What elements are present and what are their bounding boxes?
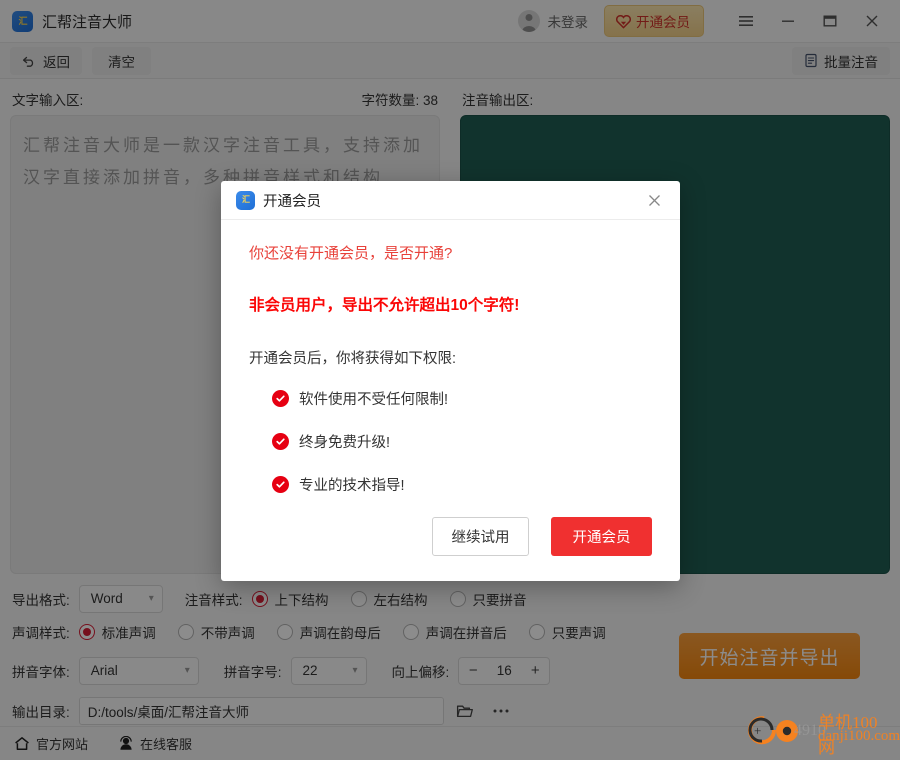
list-item: 终身免费升级! <box>272 431 652 452</box>
close-icon[interactable] <box>641 187 667 213</box>
app-logo-icon: 汇 <box>236 190 255 210</box>
list-item-label: 软件使用不受任何限制! <box>299 392 449 408</box>
check-circle-icon <box>272 390 289 407</box>
list-item-label: 终身免费升级! <box>299 435 391 451</box>
check-circle-icon <box>272 433 289 450</box>
open-membership-label: 开通会员 <box>572 530 631 546</box>
dialog-warning: 非会员用户，导出不允许超出10个字符! <box>249 297 520 314</box>
dialog-benefits-list: 软件使用不受任何限制! 终身免费升级! 专业的技术指导! <box>249 388 652 495</box>
dialog-footer: 继续试用 开通会员 <box>221 517 680 581</box>
list-item-label: 专业的技术指导! <box>299 478 405 494</box>
dialog-title: 开通会员 <box>263 193 321 210</box>
continue-trial-button[interactable]: 继续试用 <box>432 517 529 556</box>
dialog-body: 你还没有开通会员，是否开通? 非会员用户，导出不允许超出10个字符! 开通会员后… <box>221 220 680 517</box>
application-window: 汇 汇帮注音大师 未登录 开通会员 返回 清空 批量注音 文字输入区: 字符数量… <box>0 0 900 760</box>
list-item: 专业的技术指导! <box>272 474 652 495</box>
check-circle-icon <box>272 476 289 493</box>
dialog-benefits-intro: 开通会员后，你将获得如下权限: <box>249 351 457 367</box>
membership-dialog: 汇 开通会员 你还没有开通会员，是否开通? 非会员用户，导出不允许超出10个字符… <box>221 181 680 581</box>
continue-trial-label: 继续试用 <box>451 530 510 546</box>
dialog-question: 你还没有开通会员，是否开通? <box>249 245 453 262</box>
open-membership-button[interactable]: 开通会员 <box>551 517 652 556</box>
list-item: 软件使用不受任何限制! <box>272 388 652 409</box>
dialog-header: 汇 开通会员 <box>221 181 680 220</box>
